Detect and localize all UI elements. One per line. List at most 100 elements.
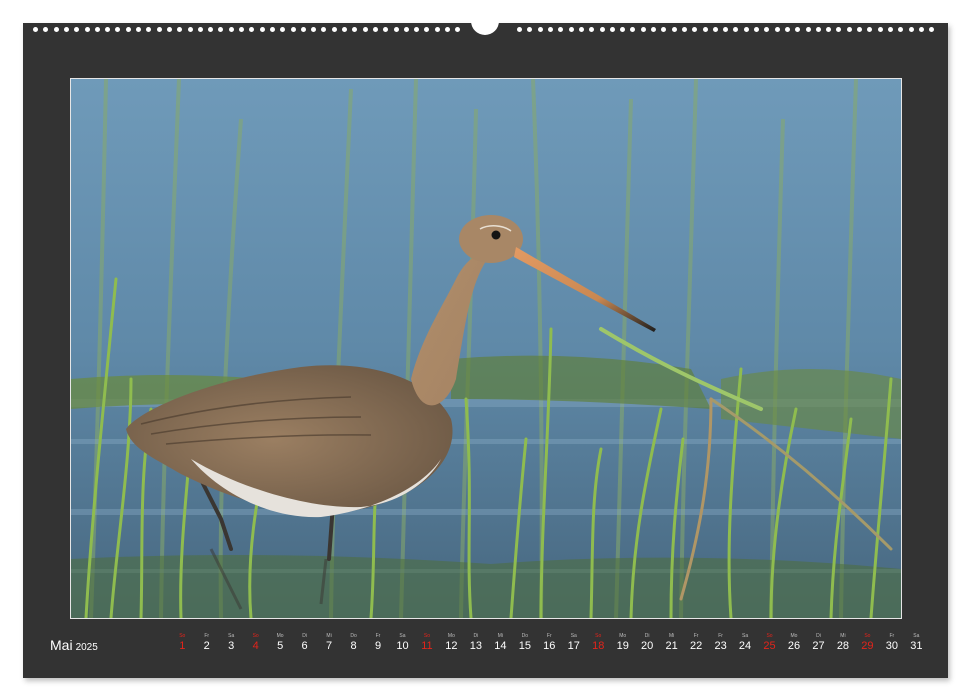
weekday-label: So [595, 633, 602, 639]
binding-hole [455, 27, 461, 32]
binding-hole [331, 27, 337, 32]
weekday-label: Fr [889, 633, 895, 639]
day-number: 14 [494, 640, 507, 652]
binding-hole [599, 27, 605, 32]
binding-hole [795, 27, 801, 32]
weekday-label: Sa [570, 633, 577, 639]
binding-hole [609, 27, 615, 32]
binding-hole [537, 27, 543, 32]
day-number: 23 [714, 640, 727, 652]
bird-in-marsh-photo [71, 79, 901, 618]
calendar-day: Mi 28 [831, 633, 856, 653]
day-number: 4 [252, 640, 259, 652]
calendar-day: Di 6 [292, 633, 317, 653]
month-label: Mai 2025 [50, 637, 98, 653]
binding-hole [146, 27, 152, 32]
day-number: 16 [543, 640, 556, 652]
binding-hole [33, 27, 38, 32]
weekday-label: Di [473, 633, 479, 639]
binding-hole [733, 27, 739, 32]
weekday-label: Mi [326, 633, 332, 639]
binding-hole [898, 27, 904, 32]
day-number: 12 [445, 640, 458, 652]
binding-hole [434, 27, 440, 32]
calendar-day: Di 27 [806, 633, 831, 653]
calendar-day: Do 15 [513, 633, 538, 653]
wall-calendar-page: Mai 2025 So 1 Fr 2 Sa 3 So 4 Mo 5 Di 6 Mi 7 Do 8 Fr 9 Sa 10 S… [23, 17, 948, 678]
binding-hole [805, 27, 811, 32]
binding-hole [105, 27, 111, 32]
binding-hole [300, 27, 306, 32]
weekday-label: Do [350, 633, 357, 639]
calendar-day: Fr 22 [684, 633, 709, 653]
calendar-day: Mi 21 [659, 633, 684, 653]
binding-hole [94, 27, 100, 32]
binding-hole [424, 27, 430, 32]
weekday-label: Do [521, 633, 529, 639]
day-number: 2 [203, 640, 210, 652]
binding-hole [754, 27, 759, 32]
binding-hole [177, 27, 183, 32]
day-number: 3 [228, 640, 235, 652]
calendar-day: Mo 5 [268, 633, 293, 653]
month-name: Mai [50, 637, 73, 653]
day-number: 13 [469, 640, 482, 652]
binding-hole [321, 27, 327, 32]
binding-hole [445, 27, 450, 32]
binding-hole [269, 27, 275, 32]
binding-hole [836, 27, 842, 32]
day-number: 24 [738, 640, 752, 652]
binding-hole [723, 27, 729, 32]
day-number: 20 [641, 640, 654, 652]
weekday-label: Sa [228, 633, 235, 639]
binding-hole [661, 27, 667, 32]
calendar-day: Di 13 [464, 633, 489, 653]
calendar-day: Fr 2 [194, 633, 219, 653]
weekday-label: So [766, 633, 773, 639]
calendar-day: Di 20 [635, 633, 660, 653]
binding-hole [517, 27, 523, 32]
binding-hole [53, 27, 59, 32]
binding-hole [877, 27, 883, 32]
binding-hole [589, 27, 595, 32]
calendar-day: Mi 14 [488, 633, 513, 653]
binding-hole [239, 27, 244, 32]
year: 2025 [75, 642, 98, 653]
binding-hole [403, 27, 409, 32]
weekday-label: Fr [693, 633, 699, 639]
calendar-day: Fr 23 [708, 633, 733, 653]
calendar-day: Sa 31 [904, 633, 929, 653]
day-number: 8 [350, 640, 357, 652]
day-number: 11 [421, 640, 433, 652]
weekday-label: Sa [741, 633, 749, 639]
weekday-label: Mi [669, 633, 675, 639]
binding-hole [764, 27, 770, 32]
weekday-label: Di [644, 633, 650, 639]
day-number: 25 [763, 640, 776, 652]
weekday-label: Mo [619, 633, 627, 639]
binding-hole [393, 27, 399, 32]
binding-hole [372, 27, 378, 32]
binding-hole [558, 27, 564, 32]
weekday-label: Mi [497, 633, 503, 639]
binding-hole [125, 27, 131, 32]
weekday-label: Fr [375, 633, 381, 639]
calendar-day: Sa 24 [733, 633, 758, 653]
calendar-day: So 25 [757, 633, 782, 653]
weekday-label: Di [302, 633, 307, 639]
binding-hole [352, 27, 358, 32]
day-strip: So 1 Fr 2 Sa 3 So 4 Mo 5 Di 6 Mi 7 Do 8 Fr 9 Sa 10 So 11 Mo 12 D… [170, 633, 925, 663]
binding-hole [84, 27, 90, 32]
weekday-label: Sa [913, 633, 920, 639]
binding-hole [166, 27, 172, 32]
binding-hole [857, 27, 862, 32]
day-number: 7 [326, 640, 333, 652]
binding-hole [918, 27, 924, 32]
calendar-day: Do 8 [341, 633, 366, 653]
binding-hole [630, 27, 636, 32]
weekday-label: Sa [399, 633, 406, 639]
day-number: 22 [689, 640, 703, 652]
calendar-day: Mo 26 [782, 633, 807, 653]
day-number: 29 [861, 640, 874, 652]
calendar-day: So 29 [855, 633, 880, 653]
